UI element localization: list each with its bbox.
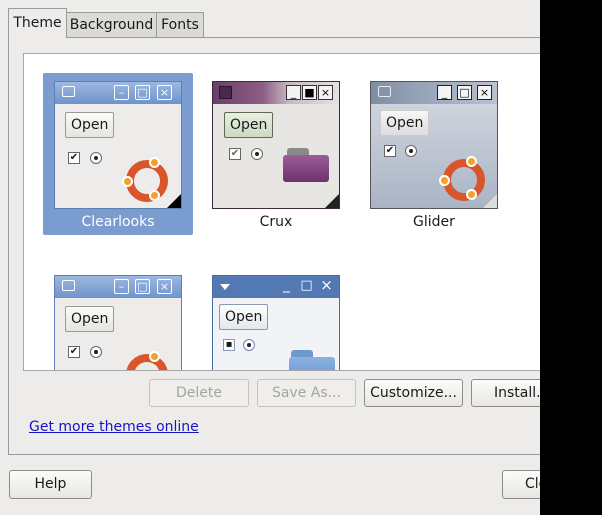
checkbox-checked-icon: ✔ bbox=[229, 148, 241, 160]
customize-button[interactable]: Customize... bbox=[364, 379, 463, 407]
theme-preview-glider: _ □ × Open ✔ bbox=[370, 81, 498, 209]
window-menu-icon bbox=[220, 284, 230, 290]
theme-item-clearlooks[interactable]: – □ × Open ✔ Clearlooks bbox=[43, 73, 193, 235]
preview-open-button: Open bbox=[224, 112, 274, 138]
close-icon: × bbox=[157, 85, 172, 100]
get-more-themes-link[interactable]: Get more themes online bbox=[29, 419, 199, 435]
preview-titlebar: _ ■ × bbox=[213, 82, 339, 104]
close-icon: × bbox=[320, 276, 333, 294]
window-menu-icon bbox=[219, 86, 232, 99]
resize-grip-icon bbox=[483, 194, 497, 208]
install-button-label: Install... bbox=[494, 385, 540, 401]
folder-icon bbox=[283, 148, 329, 182]
maximize-icon: □ bbox=[135, 85, 150, 100]
checkbox-checked-icon: ✔ bbox=[384, 145, 396, 157]
minimize-icon: – bbox=[114, 85, 129, 100]
theme-list[interactable]: – □ × Open ✔ Clearlooks _ ■ × Open ✔ Cru… bbox=[23, 53, 540, 371]
minimize-icon: _ bbox=[283, 277, 290, 293]
theme-name: Clearlooks bbox=[81, 214, 155, 230]
preview-body: Open ✔ bbox=[371, 104, 497, 208]
tab-theme[interactable]: Theme bbox=[8, 8, 67, 38]
window-menu-icon bbox=[62, 86, 75, 97]
tab-theme-label: Theme bbox=[13, 15, 62, 31]
theme-item-glider[interactable]: _ □ × Open ✔ Glider bbox=[359, 73, 509, 235]
preview-body: Open ✔ bbox=[55, 104, 181, 208]
preview-open-button: Open bbox=[380, 110, 430, 136]
preview-open-label: Open bbox=[71, 311, 109, 327]
theme-preview-4: – □ × Open ✔ bbox=[54, 275, 182, 370]
theme-item-crux[interactable]: _ ■ × Open ✔ Crux bbox=[201, 73, 351, 235]
preview-body: Open ▪ bbox=[213, 298, 339, 370]
preview-open-button: Open bbox=[219, 304, 269, 330]
close-icon: × bbox=[157, 279, 172, 294]
preview-titlebar: – □ × bbox=[55, 276, 181, 298]
folder-icon bbox=[289, 350, 335, 370]
preview-open-label: Open bbox=[230, 117, 268, 133]
minimize-icon: _ bbox=[437, 85, 452, 100]
ubuntu-logo-icon bbox=[122, 157, 168, 202]
preview-body: Open ✔ bbox=[55, 298, 181, 370]
preview-body: Open ✔ bbox=[213, 104, 339, 208]
preview-open-label: Open bbox=[225, 309, 263, 325]
radio-selected-icon bbox=[405, 145, 417, 157]
radio-selected-icon bbox=[243, 339, 255, 351]
checkbox-checked-icon: ✔ bbox=[68, 152, 80, 164]
radio-selected-icon bbox=[251, 148, 263, 160]
close-button-label: Close bbox=[525, 476, 540, 492]
radio-selected-icon bbox=[90, 346, 102, 358]
maximize-icon: ■ bbox=[302, 85, 317, 100]
theme-preview-crux: _ ■ × Open ✔ bbox=[212, 81, 340, 209]
maximize-icon: □ bbox=[457, 85, 472, 100]
tab-fonts-label: Fonts bbox=[161, 17, 199, 33]
theme-preview-5: _ □ × Open ▪ bbox=[212, 275, 340, 370]
radio-selected-icon bbox=[90, 152, 102, 164]
theme-preview-clearlooks: – □ × Open ✔ bbox=[54, 81, 182, 209]
preview-titlebar: _ □ × bbox=[371, 82, 497, 104]
appearance-preferences-window: Theme Background Fonts – □ × Open ✔ Clea… bbox=[0, 0, 540, 515]
tab-background-label: Background bbox=[69, 17, 154, 33]
close-button[interactable]: Close bbox=[502, 470, 540, 499]
checkbox-checked-icon: ✔ bbox=[68, 346, 80, 358]
tab-background[interactable]: Background bbox=[66, 12, 157, 37]
preview-open-button: Open bbox=[65, 112, 115, 138]
help-button-label: Help bbox=[34, 476, 67, 492]
ubuntu-logo-icon bbox=[439, 156, 485, 201]
install-button[interactable]: Install... bbox=[471, 379, 540, 407]
window-menu-icon bbox=[62, 280, 75, 291]
resize-grip-icon bbox=[167, 194, 181, 208]
preview-titlebar: – □ × bbox=[55, 82, 181, 104]
customize-button-label: Customize... bbox=[370, 385, 457, 401]
resize-grip-icon bbox=[325, 194, 339, 208]
help-button[interactable]: Help bbox=[9, 470, 92, 499]
close-icon: × bbox=[318, 85, 333, 100]
tab-fonts[interactable]: Fonts bbox=[156, 12, 204, 37]
maximize-icon: □ bbox=[300, 278, 313, 293]
delete-button-label: Delete bbox=[176, 385, 222, 401]
ubuntu-logo-icon bbox=[126, 351, 168, 370]
window-menu-icon bbox=[378, 86, 391, 97]
close-icon: × bbox=[477, 85, 492, 100]
theme-item-4[interactable]: – □ × Open ✔ bbox=[43, 267, 193, 370]
theme-item-5[interactable]: _ □ × Open ▪ bbox=[201, 267, 351, 370]
delete-button[interactable]: Delete bbox=[149, 379, 249, 407]
theme-name: Crux bbox=[259, 214, 293, 230]
save-as-button[interactable]: Save As... bbox=[257, 379, 356, 407]
preview-titlebar: _ □ × bbox=[213, 276, 339, 298]
preview-open-button: Open bbox=[65, 306, 115, 332]
maximize-icon: □ bbox=[135, 279, 150, 294]
preview-open-label: Open bbox=[71, 117, 109, 133]
theme-name: Glider bbox=[413, 214, 455, 230]
save-as-button-label: Save As... bbox=[271, 385, 342, 401]
minimize-icon: – bbox=[114, 279, 129, 294]
preview-open-label: Open bbox=[386, 115, 424, 131]
minimize-icon: _ bbox=[286, 85, 301, 100]
checkbox-mixed-icon: ▪ bbox=[223, 339, 235, 351]
